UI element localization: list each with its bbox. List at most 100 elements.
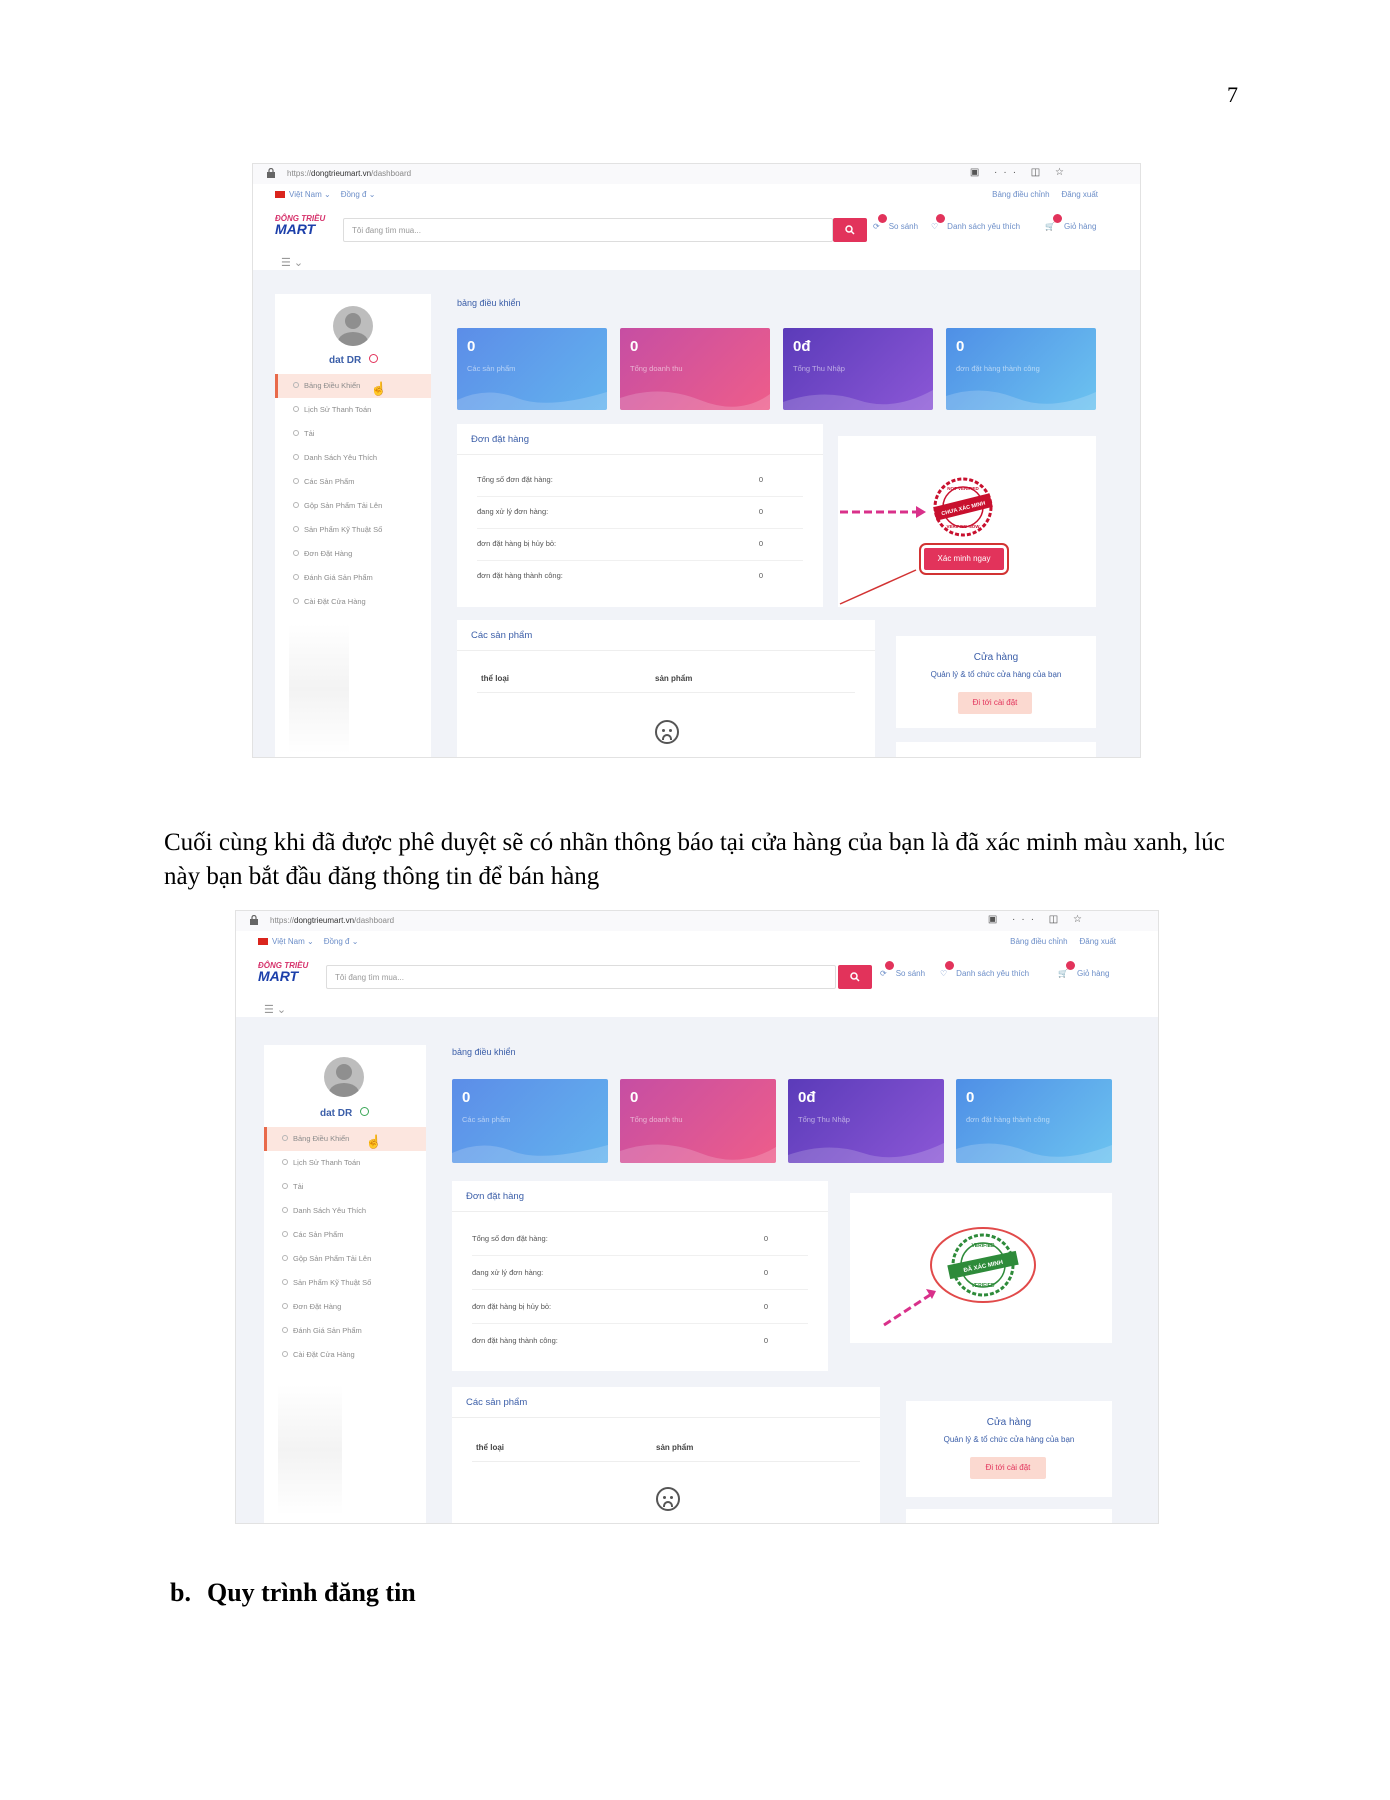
site-logo[interactable]: ĐÔNG TRIỀU MART <box>258 961 308 983</box>
order-row: đơn đặt hàng thành công: 0 <box>472 1336 768 1345</box>
compare-icon: ⟳ <box>873 222 880 231</box>
vietnam-flag-icon <box>258 938 268 945</box>
order-row: đơn đặt hàng thành công: 0 <box>477 571 763 580</box>
column-header-product: sản phẩm <box>656 1443 694 1452</box>
sidebar-item-products[interactable]: Các Sản Phẩm <box>275 470 431 494</box>
compare-icon: ⟳ <box>880 969 887 978</box>
sidebar-item-digital-products[interactable]: Sản Phẩm Kỹ Thuật Số <box>275 518 431 542</box>
order-row: đơn đặt hàng bị hủy bỏ: 0 <box>477 528 803 561</box>
cart-icon: 🛒 <box>1058 969 1068 978</box>
user-name: dat DR <box>320 1107 370 1119</box>
panel-edge <box>896 742 1096 757</box>
stat-card-revenue: 0 Tổng doanh thu <box>620 1079 776 1163</box>
logout-link[interactable]: Đăng xuất <box>1080 937 1116 946</box>
order-row: đơn đặt hàng bị hủy bỏ: 0 <box>472 1291 808 1324</box>
sidebar-item-shop-settings[interactable]: Cài Đặt Cửa Hàng <box>264 1343 426 1367</box>
order-row: đang xử lý đơn hàng: 0 <box>477 496 803 529</box>
body-paragraph: Cuối cùng khi đã được phê duyệt sẽ có nh… <box>164 829 1225 890</box>
go-to-settings-button[interactable]: Đi tới cài đặt <box>958 692 1032 714</box>
browser-controls-icon[interactable]: ▣ ··· ◫ ☆ <box>970 167 1070 178</box>
breadcrumb: bảng điều khiển <box>452 1047 516 1057</box>
currency-selector[interactable]: Đồng đ <box>341 190 367 199</box>
site-logo[interactable]: ĐÔNG TRIỀU MART <box>275 214 325 236</box>
hamburger-menu-icon[interactable]: ☰ ⌄ <box>281 256 303 269</box>
site-header: Việt Nam ⌄ Đồng đ ⌄ Bảng điều chỉnh Đăng x… <box>236 931 1158 1017</box>
browser-url-bar[interactable]: https://dongtrieumart.vn/dashboard ▣ ···… <box>236 911 1158 932</box>
svg-text:VERIFIED: VERIFIED <box>971 1243 994 1249</box>
lock-icon <box>250 915 258 925</box>
cart-link[interactable]: 🛒 Giỏ hàng <box>1045 214 1096 231</box>
order-row: Tổng số đơn đặt hàng: 0 <box>477 464 803 497</box>
search-icon <box>845 225 855 235</box>
compare-badge <box>877 214 887 223</box>
column-header-product: sản phẩm <box>655 674 693 683</box>
search-input[interactable]: Tôi đang tìm mua... <box>343 218 833 242</box>
wishlist-link[interactable]: ♡ Danh sách yêu thích <box>931 214 1020 231</box>
blurred-area <box>278 1385 342 1515</box>
sidebar-item-wishlist[interactable]: Danh Sách Yêu Thích <box>264 1199 426 1223</box>
logout-link[interactable]: Đăng xuất <box>1062 190 1098 199</box>
store-panel: Cửa hàng Quản lý & tổ chức cửa hàng của … <box>906 1401 1112 1497</box>
browser-controls-icon[interactable]: ▣ ··· ◫ ☆ <box>988 914 1088 925</box>
section-heading: b. Quy trình đăng tin <box>170 1578 416 1607</box>
vietnam-flag-icon <box>275 191 285 198</box>
search-input[interactable]: Tôi đang tìm mua... <box>326 965 836 989</box>
currency-selector[interactable]: Đồng đ <box>324 937 350 946</box>
sidebar-item-downloads[interactable]: Tải <box>275 422 431 446</box>
url-text: https://dongtrieumart.vn/dashboard <box>270 916 395 925</box>
top-links: Bảng điều chỉnh Đăng xuất <box>998 937 1116 946</box>
svg-text:VERIFIED: VERIFIED <box>971 1283 994 1289</box>
breadcrumb: bảng điều khiển <box>457 298 521 308</box>
order-row: Tổng số đơn đặt hàng: 0 <box>472 1223 808 1256</box>
cart-badge <box>1052 214 1062 223</box>
page-number: 7 <box>1227 82 1238 107</box>
svg-text:VERIFIED NOW: VERIFIED NOW <box>946 524 980 529</box>
sidebar-item-dashboard[interactable]: Bảng Điều Khiển ☝ <box>275 374 431 398</box>
compare-link[interactable]: ⟳ So sánh <box>880 961 925 978</box>
sidebar-item-payment-history[interactable]: Lịch Sử Thanh Toán <box>275 398 431 422</box>
dashboard-link[interactable]: Bảng điều chỉnh <box>992 190 1049 199</box>
stat-card-revenue: 0 Tổng doanh thu <box>620 328 770 410</box>
verification-panel: CHƯA XÁC MINH NOT VERIFIED VERIFIED NOW … <box>838 436 1096 607</box>
sidebar-item-shop-settings[interactable]: Cài Đặt Cửa Hàng <box>275 590 431 614</box>
sidebar-item-digital-products[interactable]: Sản Phẩm Kỹ Thuật Số <box>264 1271 426 1295</box>
sidebar-item-bulk-upload[interactable]: Gộp Sản Phẩm Tải Lên <box>275 494 431 518</box>
sidebar-item-payment-history[interactable]: Lịch Sử Thanh Toán <box>264 1151 426 1175</box>
wishlist-link[interactable]: ♡ Danh sách yêu thích <box>940 961 1029 978</box>
sad-face-icon <box>655 720 679 744</box>
sidebar-item-orders[interactable]: Đơn Đặt Hàng <box>264 1295 426 1319</box>
search-button[interactable] <box>833 218 867 242</box>
hamburger-menu-icon[interactable]: ☰ ⌄ <box>264 1003 286 1016</box>
verified-stamp-icon: ĐÃ XÁC MINH VERIFIED VERIFIED <box>930 1227 1036 1303</box>
verification-panel: ĐÃ XÁC MINH VERIFIED VERIFIED <box>850 1193 1112 1343</box>
sidebar-item-wishlist[interactable]: Danh Sách Yêu Thích <box>275 446 431 470</box>
sidebar: dat DR Bảng Điều Khiển ☝ Lịch Sử Thanh To… <box>264 1045 426 1523</box>
language-selector[interactable]: Việt Nam ⌄ Đồng đ ⌄ <box>275 190 375 199</box>
search-button[interactable] <box>838 965 872 989</box>
sidebar-item-reviews[interactable]: Đánh Giá Sản Phẩm <box>275 566 431 590</box>
sidebar-item-orders[interactable]: Đơn Đặt Hàng <box>275 542 431 566</box>
orders-panel: Đơn đặt hàng Tổng số đơn đặt hàng: 0 đang… <box>457 424 823 607</box>
sidebar-item-bulk-upload[interactable]: Gộp Sản Phẩm Tải Lên <box>264 1247 426 1271</box>
avatar <box>333 306 373 346</box>
compare-link[interactable]: ⟳ So sánh <box>873 214 918 231</box>
browser-url-bar[interactable]: https://dongtrieumart.vn/dashboard ▣ ···… <box>253 164 1140 185</box>
dashboard-link[interactable]: Bảng điều chỉnh <box>1010 937 1067 946</box>
stat-card-income: 0đ Tổng Thu Nhập <box>788 1079 944 1163</box>
panel-edge <box>906 1509 1112 1523</box>
screenshot-unverified: https://dongtrieumart.vn/dashboard ▣ ···… <box>252 163 1141 758</box>
sidebar-item-downloads[interactable]: Tải <box>264 1175 426 1199</box>
sidebar-item-products[interactable]: Các Sản Phẩm <box>264 1223 426 1247</box>
column-header-category: thể loại <box>481 674 510 683</box>
language-selector[interactable]: Việt Nam ⌄ Đồng đ ⌄ <box>258 937 358 946</box>
sidebar-item-dashboard[interactable]: Bảng Điều Khiển ☝ <box>264 1127 426 1151</box>
verify-now-button[interactable]: Xác minh ngay <box>919 543 1009 575</box>
url-text: https://dongtrieumart.vn/dashboard <box>287 169 412 178</box>
go-to-settings-button[interactable]: Đi tới cài đặt <box>970 1457 1046 1479</box>
stat-card-products: 0 Các sản phẩm <box>452 1079 608 1163</box>
order-row: đang xử lý đơn hàng: 0 <box>472 1257 808 1290</box>
stat-card-successful-orders: 0 đơn đặt hàng thành công <box>956 1079 1112 1163</box>
cart-link[interactable]: 🛒 Giỏ hàng <box>1058 961 1109 978</box>
sidebar-item-reviews[interactable]: Đánh Giá Sản Phẩm <box>264 1319 426 1343</box>
svg-text:NOT VERIFIED: NOT VERIFIED <box>947 486 979 491</box>
